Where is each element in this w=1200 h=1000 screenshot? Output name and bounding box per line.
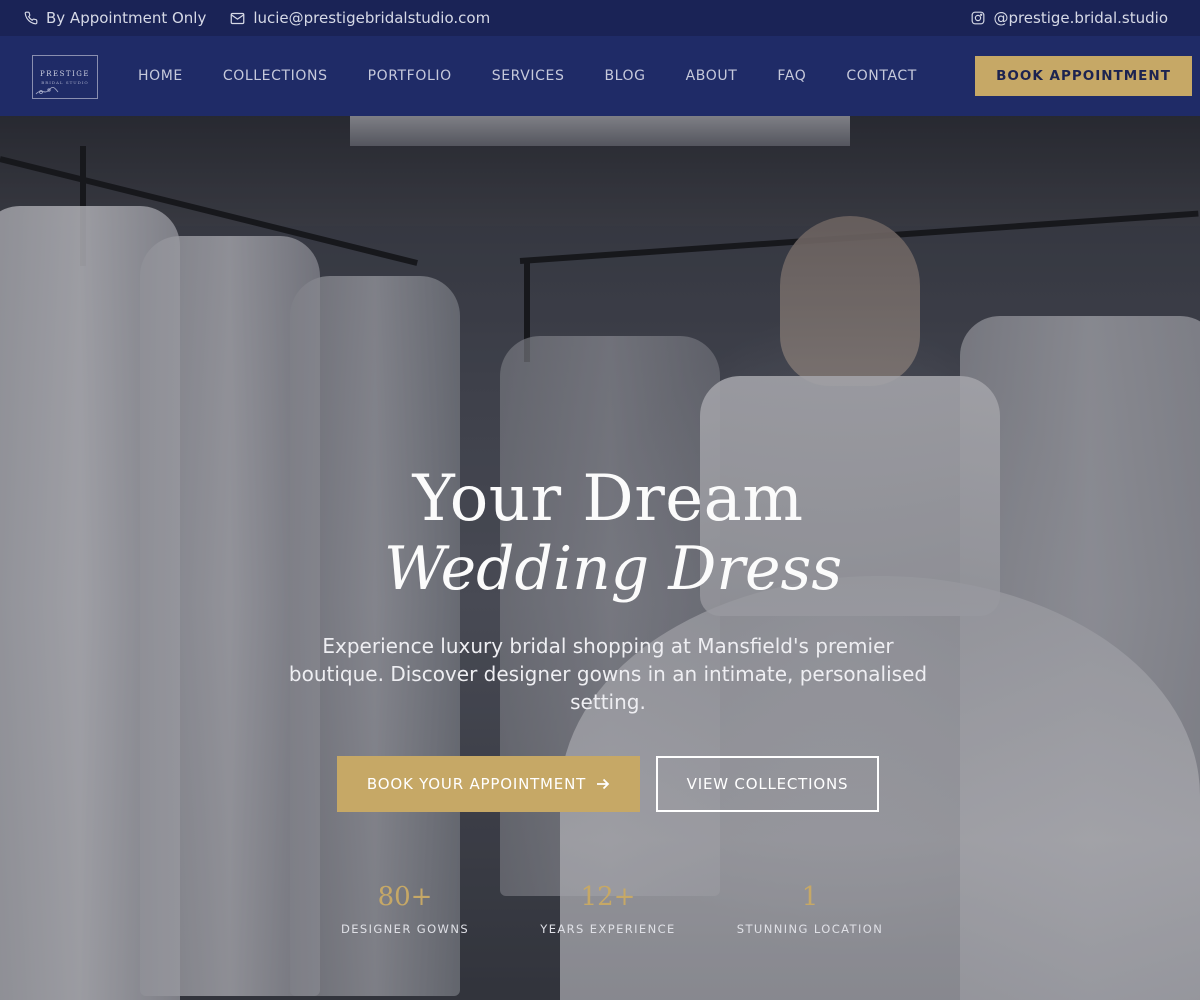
phone-icon (24, 11, 38, 25)
stat-years-experience: 12+ YEARS EXPERIENCE (508, 880, 708, 936)
stat-label: DESIGNER GOWNS (340, 922, 470, 936)
nav-item-about[interactable]: ABOUT (666, 68, 758, 84)
nav-item-contact[interactable]: CONTACT (826, 68, 937, 84)
nav-item-services[interactable]: SERVICES (472, 68, 585, 84)
book-your-appointment-button[interactable]: BOOK YOUR APPOINTMENT (337, 756, 640, 812)
book-appointment-button[interactable]: BOOK APPOINTMENT (975, 56, 1192, 96)
hero-content: Your Dream Wedding Dress Experience luxu… (0, 116, 1200, 1000)
stat-label: STUNNING LOCATION (736, 922, 884, 936)
stat-stunning-location: 1 STUNNING LOCATION (710, 880, 910, 936)
top-bar: By Appointment Only lucie@prestigebridal… (0, 0, 1200, 36)
instagram-link[interactable]: @prestige.bridal.studio (971, 9, 1168, 27)
mail-icon (230, 12, 245, 24)
email-link[interactable]: lucie@prestigebridalstudio.com (230, 9, 490, 27)
appointment-text: By Appointment Only (46, 9, 207, 27)
nav-item-blog[interactable]: BLOG (584, 68, 665, 84)
main-nav: PRESTIGE BRIDAL STUDIO HOME COLLECTIONS … (0, 36, 1200, 116)
hero-title-line2: Wedding Dress (383, 534, 843, 604)
email-text[interactable]: lucie@prestigebridalstudio.com (253, 9, 490, 27)
floral-ornament-icon (35, 86, 59, 95)
stat-label: YEARS EXPERIENCE (540, 922, 676, 936)
view-collections-button[interactable]: VIEW COLLECTIONS (656, 756, 879, 812)
hero-title-line1: Your Dream (412, 462, 804, 536)
hero-subtitle: Experience luxury bridal shopping at Man… (288, 634, 928, 714)
stat-value: 12+ (580, 882, 636, 912)
nav-item-portfolio[interactable]: PORTFOLIO (348, 68, 472, 84)
book-your-appointment-label: BOOK YOUR APPOINTMENT (366, 775, 587, 793)
hero-section: Your Dream Wedding Dress Experience luxu… (0, 116, 1200, 1000)
logo[interactable]: PRESTIGE BRIDAL STUDIO (32, 55, 98, 99)
stat-value: 80+ (377, 882, 433, 912)
stat-value: 1 (801, 882, 819, 912)
stat-designer-gowns: 80+ DESIGNER GOWNS (305, 880, 505, 936)
nav-menu: HOME COLLECTIONS PORTFOLIO SERVICES BLOG… (118, 36, 937, 116)
appointment-info: By Appointment Only (24, 9, 206, 27)
instagram-handle[interactable]: @prestige.bridal.studio (993, 9, 1168, 27)
nav-item-faq[interactable]: FAQ (757, 68, 826, 84)
logo-line1: PRESTIGE (39, 69, 91, 78)
logo-line2: BRIDAL STUDIO (41, 79, 89, 85)
arrow-right-icon (597, 778, 610, 790)
instagram-icon (972, 11, 985, 25)
nav-item-collections[interactable]: COLLECTIONS (203, 68, 348, 84)
nav-item-home[interactable]: HOME (118, 68, 203, 84)
